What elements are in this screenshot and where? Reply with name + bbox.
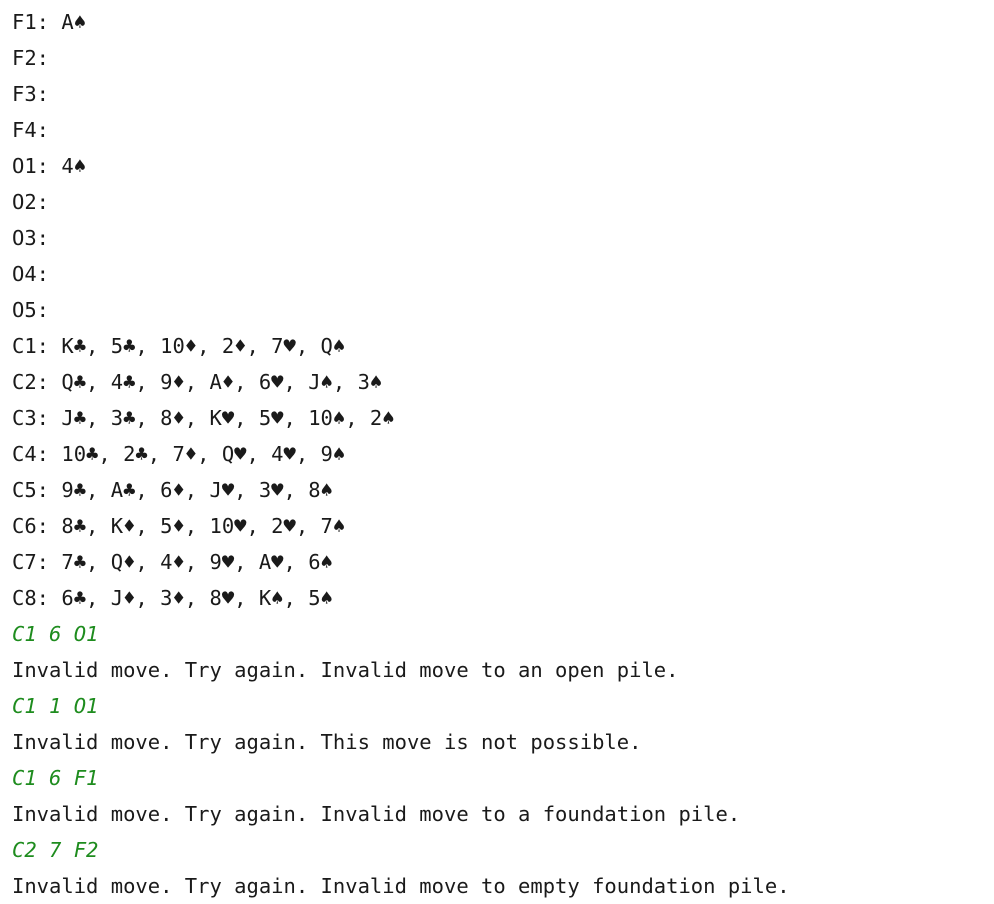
- cascade-5-line: C5: 9♣, A♣, 6♦, J♥, 3♥, 8♠: [12, 478, 333, 502]
- move-command-2: C1 1 O1: [12, 694, 99, 718]
- cascade-7-line: C7: 7♣, Q♦, 4♦, 9♥, A♥, 6♠: [12, 550, 333, 574]
- open-pile-3-line: O3:: [12, 226, 50, 250]
- foundation-4-line: F4:: [12, 118, 50, 142]
- cascade-1-line: C1: K♣, 5♣, 10♦, 2♦, 7♥, Q♠: [12, 334, 346, 358]
- cascade-8-line: C8: 6♣, J♦, 3♦, 8♥, K♠, 5♠: [12, 586, 333, 610]
- cascade-2-line: C2: Q♣, 4♣, 9♦, A♦, 6♥, J♠, 3♠: [12, 370, 383, 394]
- cascade-3-line: C3: J♣, 3♣, 8♦, K♥, 5♥, 10♠, 2♠: [12, 406, 395, 430]
- cascade-6-line: C6: 8♣, K♦, 5♦, 10♥, 2♥, 7♠: [12, 514, 346, 538]
- move-command-3: C1 6 F1: [12, 766, 99, 790]
- move-command-4: C2 7 F2: [12, 838, 99, 862]
- open-pile-5-line: O5:: [12, 298, 50, 322]
- move-feedback-2: Invalid move. Try again. This move is no…: [12, 730, 642, 754]
- open-pile-4-line: O4:: [12, 262, 50, 286]
- cascade-4-line: C4: 10♣, 2♣, 7♦, Q♥, 4♥, 9♠: [12, 442, 346, 466]
- open-pile-1-line: O1: 4♠: [12, 154, 87, 178]
- game-console: F1: A♠ F2: F3: F4: O1: 4♠ O2: O3: O4: O5: C1: K♣,…: [0, 0, 994, 904]
- move-feedback-3: Invalid move. Try again. Invalid move to…: [12, 802, 741, 826]
- move-feedback-1: Invalid move. Try again. Invalid move to…: [12, 658, 679, 682]
- foundation-1-line: F1: A♠: [12, 10, 87, 34]
- move-command-1: C1 6 O1: [12, 622, 99, 646]
- foundation-3-line: F3:: [12, 82, 50, 106]
- foundation-2-line: F2:: [12, 46, 50, 70]
- move-feedback-4: Invalid move. Try again. Invalid move to…: [12, 874, 790, 898]
- open-pile-2-line: O2:: [12, 190, 50, 214]
